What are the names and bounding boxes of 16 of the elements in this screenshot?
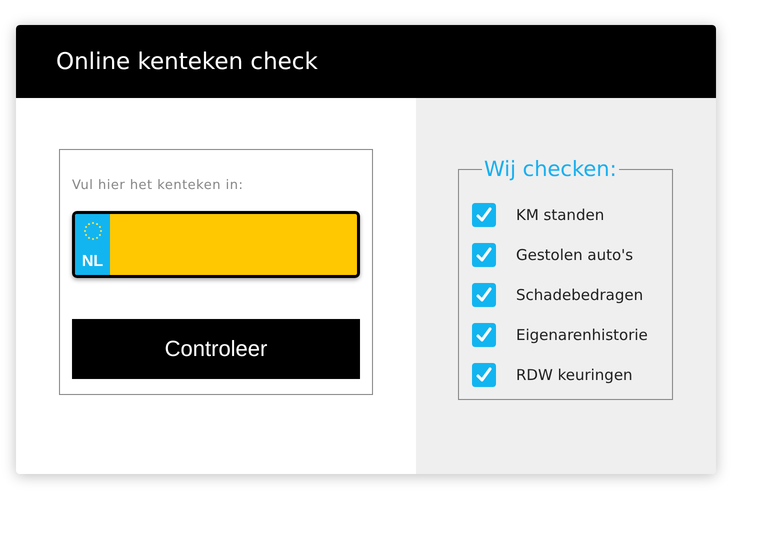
plate-label: Vul hier het kenteken in: [72, 178, 244, 193]
checkbox[interactable] [472, 283, 496, 307]
window-title: Online kenteken check [56, 48, 318, 74]
checkbox[interactable] [472, 203, 496, 227]
checkbox[interactable] [472, 363, 496, 387]
check-label: RDW keuringen [516, 366, 633, 384]
check-label: Gestolen auto's [516, 246, 634, 264]
check-button[interactable]: Controleer [72, 319, 360, 379]
check-label: KM standen [516, 206, 604, 224]
checkbox[interactable] [472, 323, 496, 347]
check-label: Schadebedragen [516, 286, 644, 304]
checkbox[interactable] [472, 243, 496, 267]
check-label: Eigenarenhistorie [516, 326, 648, 344]
checks-title: Wij checken: [483, 157, 618, 181]
country-code: NL [82, 253, 104, 271]
eu-stars-icon [82, 220, 104, 242]
